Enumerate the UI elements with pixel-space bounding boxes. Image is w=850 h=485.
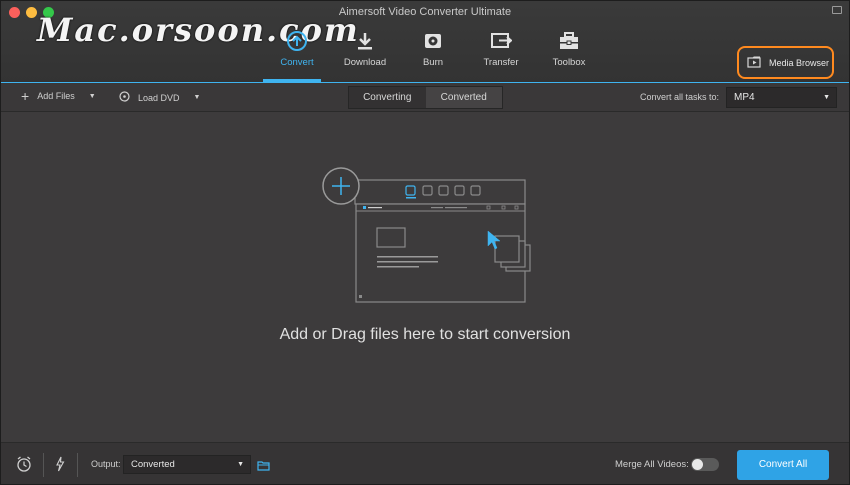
output-label: Output: <box>91 459 121 469</box>
add-files-label: Add Files <box>37 91 75 101</box>
load-dvd-button[interactable]: Load DVD ▼ <box>119 91 200 104</box>
download-icon <box>331 29 399 53</box>
chevron-down-icon[interactable]: ▼ <box>194 94 201 101</box>
chevron-down-icon: ▼ <box>823 94 830 101</box>
output-format-value: MP4 <box>734 92 755 103</box>
output-format-select[interactable]: MP4 ▼ <box>726 87 837 108</box>
convert-icon <box>263 29 331 53</box>
drop-zone[interactable]: Add or Drag files here to start conversi… <box>1 112 849 442</box>
status-segmented-control: Converting Converted <box>348 86 503 109</box>
main-nav: Convert Download Burn Transfer Toolbox <box>263 29 603 75</box>
chevron-down-icon[interactable]: ▼ <box>89 93 96 100</box>
tab-converting[interactable]: Converting <box>349 87 426 108</box>
tab-convert-label: Convert <box>280 57 314 68</box>
tab-download-label: Download <box>343 57 387 68</box>
output-folder-value: Converted <box>131 459 175 470</box>
message-icon[interactable] <box>832 6 842 14</box>
drop-illustration <box>322 167 531 303</box>
tab-transfer[interactable]: Transfer <box>467 29 535 75</box>
app-window: Aimersoft Video Converter Ultimate Mac.o… <box>0 0 850 485</box>
toolbox-icon <box>535 29 603 53</box>
transfer-icon <box>467 29 535 53</box>
open-folder-icon[interactable] <box>257 458 270 476</box>
divider <box>43 453 44 477</box>
top-toolbar: Aimersoft Video Converter Ultimate Mac.o… <box>1 1 849 82</box>
convert-all-button[interactable]: Convert All <box>737 450 829 480</box>
merge-videos-toggle[interactable] <box>691 458 719 471</box>
bottom-bar: Output: Converted ▼ Merge All Videos: Co… <box>1 442 849 484</box>
output-folder-select[interactable]: Converted ▼ <box>123 455 251 474</box>
tab-transfer-label: Transfer <box>483 57 519 68</box>
media-browser-label: Media Browser <box>769 57 830 68</box>
merge-videos-label: Merge All Videos: <box>615 459 689 470</box>
media-browser-icon <box>747 56 761 70</box>
tab-burn-label: Burn <box>422 57 444 68</box>
tab-burn[interactable]: Burn <box>399 29 467 75</box>
load-dvd-label: Load DVD <box>138 92 180 103</box>
media-browser-button[interactable]: Media Browser <box>737 46 834 79</box>
burn-disc-icon <box>399 29 467 53</box>
tab-download[interactable]: Download <box>331 29 399 75</box>
high-speed-lightning-icon[interactable] <box>55 456 65 477</box>
add-files-button[interactable]: + Add Files ▼ <box>21 87 96 104</box>
action-bar: + Add Files ▼ Load DVD ▼ Converting Conv… <box>1 83 849 112</box>
tab-converted[interactable]: Converted <box>425 87 502 108</box>
tab-toolbox-label: Toolbox <box>552 57 586 68</box>
chevron-down-icon: ▼ <box>237 461 244 468</box>
drop-hint: Add or Drag files here to start conversi… <box>279 326 571 343</box>
toggle-knob <box>692 459 703 470</box>
tab-toolbox[interactable]: Toolbox <box>535 29 603 75</box>
schedule-alarm-icon[interactable] <box>16 456 32 477</box>
divider <box>77 453 78 477</box>
tab-convert[interactable]: Convert <box>263 29 331 75</box>
dvd-icon <box>119 91 130 104</box>
convert-all-label: Convert all tasks to: <box>640 92 720 102</box>
add-icon: + <box>21 87 30 104</box>
mini-tab-icon <box>405 185 416 196</box>
